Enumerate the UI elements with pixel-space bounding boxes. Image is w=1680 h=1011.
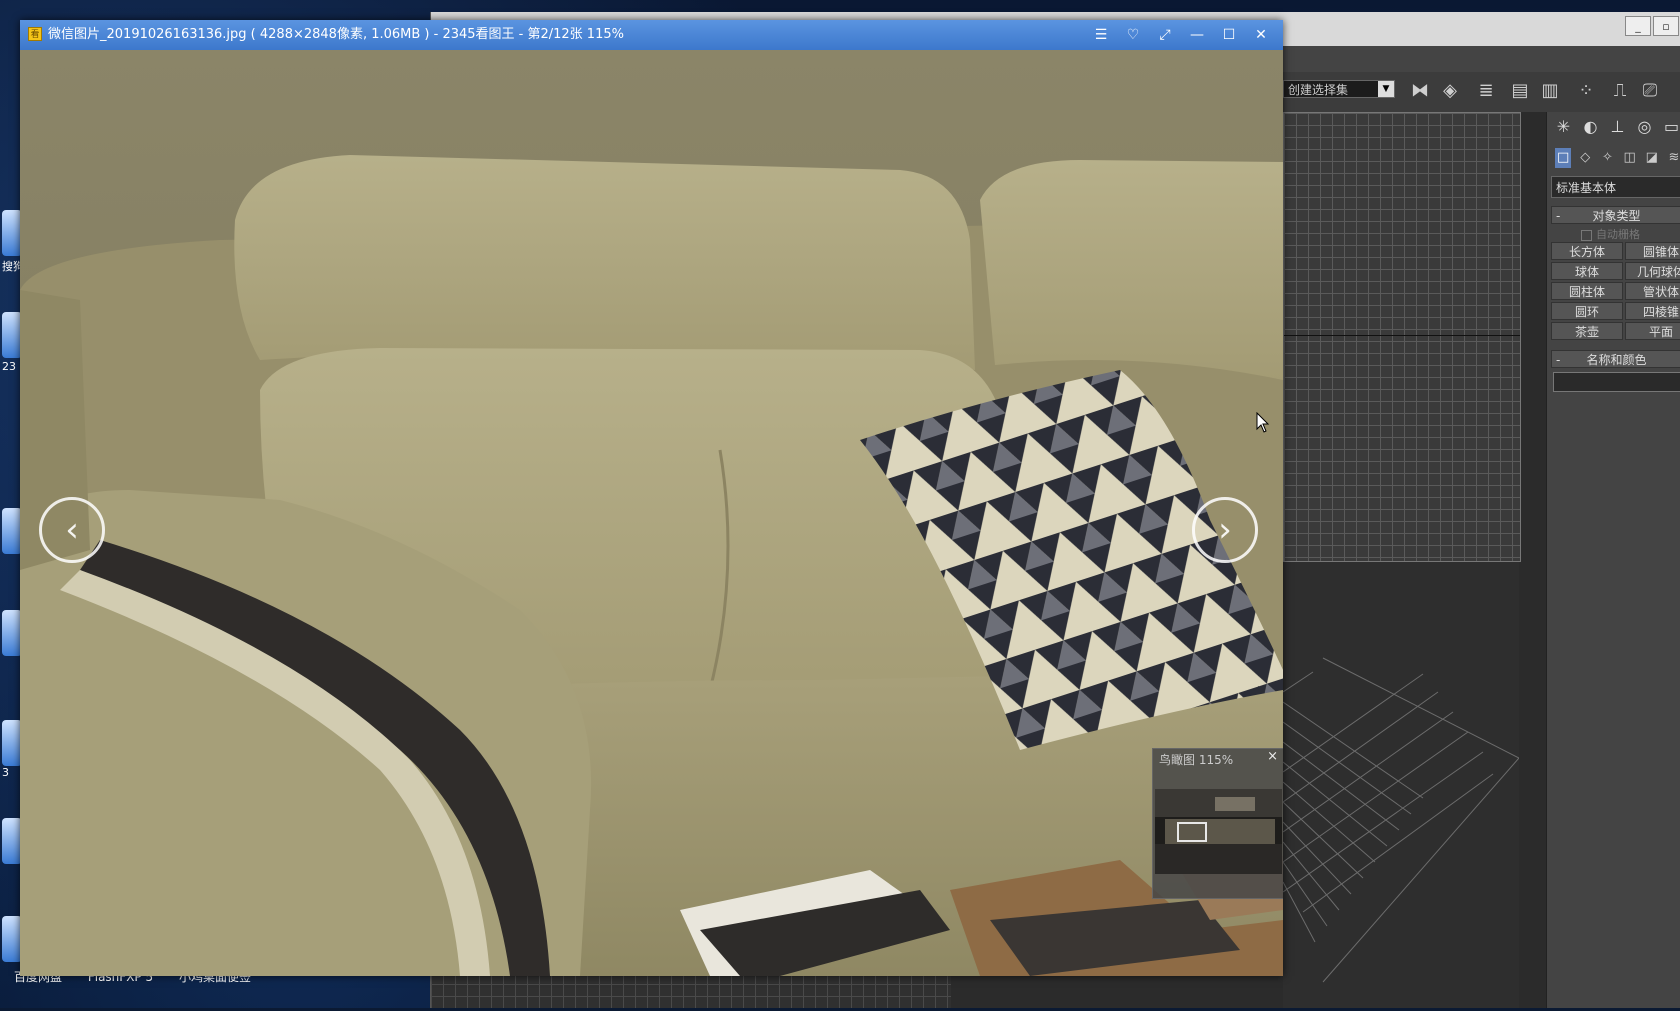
maximize-icon[interactable]: ☐ xyxy=(1213,20,1245,50)
lights-icon[interactable]: ✧ xyxy=(1599,148,1615,168)
thumbnail-image xyxy=(1155,789,1282,874)
desktop-app-icon[interactable] xyxy=(2,610,22,656)
desktop-app-icon[interactable] xyxy=(2,210,22,256)
viewport-bottom-grid[interactable] xyxy=(431,972,951,1008)
mirror-icon[interactable]: ⧓ xyxy=(1409,80,1431,102)
schematic-view-icon[interactable]: ▥ xyxy=(1539,80,1561,102)
align-icon[interactable]: ◈ xyxy=(1439,80,1461,102)
max-window-controls: _ ▫ xyxy=(1625,16,1679,36)
desktop-label: 23 xyxy=(2,360,16,373)
restore-icon[interactable]: ▫ xyxy=(1653,16,1679,36)
category-dropdown[interactable]: 标准基本体 xyxy=(1551,176,1680,198)
checkbox-icon[interactable] xyxy=(1581,229,1592,241)
curve-editor-icon[interactable]: ▤ xyxy=(1509,80,1531,102)
next-image-button[interactable]: › xyxy=(1192,497,1258,563)
helpers-icon[interactable]: ◪ xyxy=(1644,148,1660,168)
cone-button[interactable]: 圆锥体 xyxy=(1625,242,1680,260)
desktop-app-icon[interactable] xyxy=(2,508,22,554)
viewport-perspective[interactable] xyxy=(1282,562,1520,1008)
object-name-input[interactable] xyxy=(1553,372,1680,392)
command-panel-tabs: ✳ ◐ ⊥ ◎ ▭ xyxy=(1547,116,1680,140)
navigator-thumbnail[interactable] xyxy=(1155,789,1282,874)
display-tab-icon[interactable]: ▭ xyxy=(1661,116,1680,138)
skin-icon[interactable]: ♡ xyxy=(1117,20,1149,50)
cylinder-button[interactable]: 圆柱体 xyxy=(1551,282,1623,300)
close-icon[interactable]: × xyxy=(1267,749,1278,764)
menu-icon[interactable]: ☰ xyxy=(1085,20,1117,50)
render-frame-icon[interactable]: ⎚ xyxy=(1639,80,1661,102)
close-icon[interactable]: ✕ xyxy=(1245,20,1277,50)
image-viewer-window: 看 微信图片_20191026163136.jpg ( 4288×2848像素,… xyxy=(20,20,1283,976)
navigator-viewport-rect[interactable] xyxy=(1177,822,1207,842)
geometry-icon[interactable]: □ xyxy=(1555,148,1572,168)
autogrid-label: 自动栅格 xyxy=(1596,228,1640,241)
window-title: 微信图片_20191026163136.jpg ( 4288×2848像素, 1… xyxy=(48,27,624,42)
window-controls: ☰ ♡ ⤢ — ☐ ✕ xyxy=(1085,20,1277,50)
hierarchy-tab-icon[interactable]: ⊥ xyxy=(1607,116,1628,138)
viewer-titlebar[interactable]: 看 微信图片_20191026163136.jpg ( 4288×2848像素,… xyxy=(20,20,1283,50)
shapes-icon[interactable]: ◇ xyxy=(1577,148,1593,168)
autogrid-checkbox[interactable]: 自动栅格 xyxy=(1581,226,1640,242)
pyramid-button[interactable]: 四棱锥 xyxy=(1625,302,1680,320)
minimize-icon[interactable]: _ xyxy=(1625,16,1651,36)
create-tab-icon[interactable]: ✳ xyxy=(1553,116,1574,138)
app-logo-icon: 看 xyxy=(28,27,42,41)
plane-button[interactable]: 平面 xyxy=(1625,322,1680,340)
photo-canvas[interactable]: ‹ › 鸟瞰图 115% × xyxy=(20,50,1283,976)
navigator-title: 鸟瞰图 115% xyxy=(1159,753,1234,767)
sphere-button[interactable]: 球体 xyxy=(1551,262,1623,280)
desktop-app-icon[interactable] xyxy=(2,312,22,358)
rollout-title: 对象类型 xyxy=(1592,209,1641,223)
spacewarps-icon[interactable]: ≋ xyxy=(1666,148,1680,168)
layer-manager-icon[interactable]: ≣ xyxy=(1475,80,1497,102)
viewport-top-grid[interactable] xyxy=(1283,112,1521,562)
motion-tab-icon[interactable]: ◎ xyxy=(1634,116,1655,138)
perspective-grid-icon xyxy=(1282,657,1520,983)
name-color-rollout[interactable]: - 名称和颜色 xyxy=(1551,350,1680,368)
geosphere-button[interactable]: 几何球体 xyxy=(1625,262,1680,280)
material-editor-icon[interactable]: ⁘ xyxy=(1575,80,1597,102)
teapot-button[interactable]: 茶壶 xyxy=(1551,322,1623,340)
chevron-down-icon[interactable]: ▼ xyxy=(1378,81,1394,97)
desktop-app-icon[interactable] xyxy=(2,916,22,962)
torus-button[interactable]: 圆环 xyxy=(1551,302,1623,320)
prev-image-button[interactable]: ‹ xyxy=(39,497,105,563)
sofa-photo xyxy=(20,50,1283,976)
desktop-label: 3 xyxy=(2,766,9,779)
desktop-app-icon[interactable] xyxy=(2,720,22,766)
render-setup-icon[interactable]: ⎍ xyxy=(1609,80,1631,102)
grid-axis-line xyxy=(1284,335,1520,336)
box-button[interactable]: 长方体 xyxy=(1551,242,1623,260)
create-subtabs: □ ◇ ✧ ◫ ◪ ≋ xyxy=(1547,148,1680,170)
minimize-icon[interactable]: — xyxy=(1181,20,1213,50)
named-selection-text: 创建选择集 xyxy=(1288,83,1349,97)
command-panel: ✳ ◐ ⊥ ◎ ▭ □ ◇ ✧ ◫ ◪ ≋ 标准基本体 - 对象类型 自动栅格 … xyxy=(1546,112,1680,1008)
navigator-panel[interactable]: 鸟瞰图 115% × xyxy=(1152,748,1283,899)
tube-button[interactable]: 管状体 xyxy=(1625,282,1680,300)
desktop-app-icon[interactable] xyxy=(2,818,22,864)
modify-tab-icon[interactable]: ◐ xyxy=(1580,116,1601,138)
rollout-title: 名称和颜色 xyxy=(1586,353,1647,367)
cameras-icon[interactable]: ◫ xyxy=(1622,148,1638,168)
mouse-cursor-icon xyxy=(1256,412,1270,433)
fullscreen-icon[interactable]: ⤢ xyxy=(1149,20,1181,50)
named-selection-dropdown[interactable]: 创建选择集 ▼ xyxy=(1283,80,1395,98)
object-type-rollout[interactable]: - 对象类型 xyxy=(1551,206,1680,224)
